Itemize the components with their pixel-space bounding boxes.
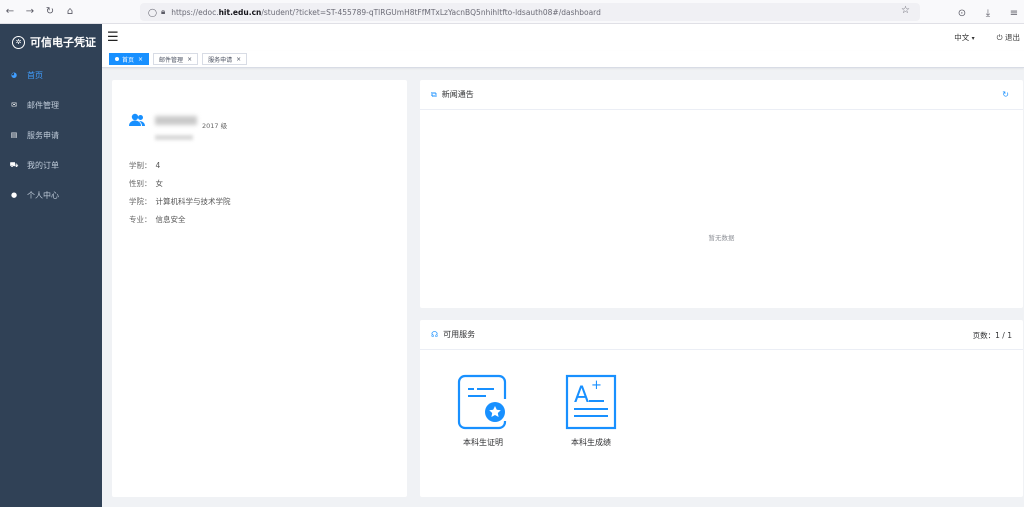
- service-label: 本科生证明: [463, 438, 503, 447]
- download-icon[interactable]: ⤓: [978, 3, 998, 23]
- field-duration: 学制： 4: [129, 161, 161, 170]
- sidebar-item-profile[interactable]: ● 个人中心: [0, 180, 102, 210]
- page-count: 页数：1 / 1: [972, 331, 1012, 340]
- services-header: ☊ 可用服务: [420, 320, 1023, 350]
- tag-home[interactable]: 首页 ×: [109, 53, 150, 65]
- document-icon: ▤: [10, 131, 18, 139]
- certificate-icon: [443, 373, 523, 431]
- grade-report-icon: A +: [551, 373, 631, 431]
- brand-title: 可信电子凭证: [30, 36, 96, 49]
- sidebar-item-label: 首页: [27, 70, 43, 80]
- sidebar-item-label: 服务申请: [27, 130, 59, 140]
- pocket-icon[interactable]: ⊙: [952, 3, 972, 23]
- sidebar-item-label: 个人中心: [27, 190, 59, 200]
- sidebar-item-mail[interactable]: ✉ 邮件管理: [0, 90, 102, 120]
- close-icon[interactable]: ×: [138, 56, 143, 63]
- service-label: 本科生成绩: [571, 438, 611, 447]
- refresh-icon[interactable]: ↻: [1002, 90, 1009, 99]
- services-title: 可用服务: [443, 330, 476, 339]
- browser-toolbar: ← → ↻ ⌂ ◯ 🔒︎ https://edoc.hit.edu.cn/stu…: [0, 0, 1024, 24]
- close-icon[interactable]: ×: [187, 56, 192, 63]
- services-card: ☊ 可用服务 页数：1 / 1 本科生证明 A + 本科生成绩: [420, 320, 1023, 497]
- caret-down-icon: ▾: [971, 35, 975, 42]
- sidebar-item-service[interactable]: ▤ 服务申请: [0, 120, 102, 150]
- shield-icon: ◯: [148, 7, 157, 17]
- sidebar-item-orders[interactable]: ⛟ 我的订单: [0, 150, 102, 180]
- hamburger-icon[interactable]: ☰: [107, 30, 119, 45]
- brand[interactable]: ✲ 可信电子凭证: [0, 24, 102, 60]
- tags-view: 首页 × 邮件管理 × 服务申请 ×: [102, 51, 1024, 68]
- external-link-icon: ⧉: [431, 89, 437, 99]
- active-dot: [115, 57, 119, 61]
- empty-state: 暂无数据: [708, 234, 735, 242]
- service-certificate[interactable]: 本科生证明: [443, 373, 523, 448]
- user-group-icon: [129, 113, 145, 131]
- logout-button[interactable]: ⏻ 退出: [997, 32, 1020, 43]
- svg-text:A: A: [574, 383, 589, 408]
- mail-icon: ✉: [11, 101, 17, 109]
- sidebar-item-label: 邮件管理: [27, 100, 59, 110]
- grade-label: 2017 级: [202, 122, 228, 130]
- service-grades[interactable]: A + 本科生成绩: [551, 373, 631, 448]
- news-card: ⧉ 新闻通告 ↻ 暂无数据: [420, 80, 1023, 308]
- close-icon[interactable]: ×: [236, 56, 241, 63]
- power-icon: ⏻: [996, 33, 1003, 42]
- field-major: 专业： 信息安全: [129, 215, 186, 224]
- forward-icon[interactable]: →: [20, 2, 40, 22]
- menu-icon[interactable]: ≡: [1004, 3, 1024, 23]
- url-text: https://edoc.hit.edu.cn/student/?ticket=…: [171, 7, 601, 17]
- field-college: 学院： 计算机科学与技术学院: [129, 197, 231, 206]
- sidebar: ✲ 可信电子凭证 ◕ 首页 ✉ 邮件管理 ▤ 服务申请 ⛟ 我的订单 ● 个人中…: [0, 24, 102, 507]
- home-icon[interactable]: ⌂: [60, 2, 80, 22]
- star-icon[interactable]: ☆: [901, 5, 910, 16]
- back-icon[interactable]: ←: [0, 2, 20, 22]
- user-icon: ●: [10, 191, 18, 199]
- cart-icon: ⛟: [9, 160, 19, 169]
- language-select[interactable]: 中文 ▾: [954, 32, 974, 43]
- university-seal-icon: ✲: [12, 35, 25, 49]
- news-header: ⧉ 新闻通告 ↻: [420, 80, 1023, 110]
- lock-icon: 🔒︎: [160, 7, 166, 16]
- profile-card: 2017 级 学制： 4 性别：女 学院： 计算机科学与技术学院 专业： 信息安全: [112, 80, 407, 497]
- news-title: 新闻通告: [441, 90, 474, 99]
- reload-icon[interactable]: ↻: [40, 2, 60, 22]
- sidebar-item-label: 我的订单: [27, 160, 59, 170]
- tag-mail[interactable]: 邮件管理 ×: [153, 53, 199, 65]
- sidebar-item-home[interactable]: ◕ 首页: [0, 60, 102, 90]
- headset-icon: ☊: [431, 330, 439, 339]
- student-id-redacted: [155, 135, 193, 140]
- tag-service[interactable]: 服务申请 ×: [202, 53, 248, 65]
- field-gender: 性别：女: [129, 179, 163, 188]
- address-bar[interactable]: ◯ 🔒︎ https://edoc.hit.edu.cn/student/?ti…: [140, 3, 920, 21]
- top-navbar: ☰ 中文 ▾ ⏻ 退出: [102, 24, 1024, 51]
- student-name-redacted: [155, 116, 197, 125]
- dashboard-icon: ◕: [10, 71, 18, 79]
- svg-text:+: +: [591, 378, 602, 393]
